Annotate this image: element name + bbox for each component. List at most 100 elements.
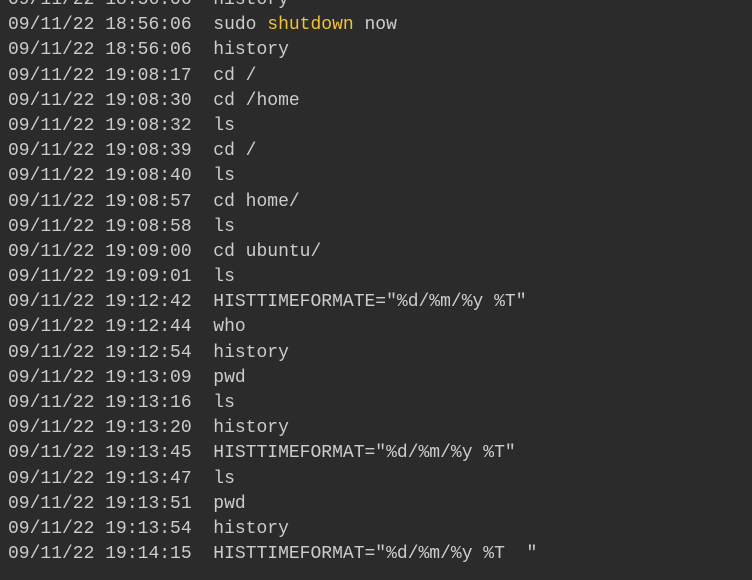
history-line: 09/11/22 19:13:16 ls	[8, 391, 744, 416]
history-time: 19:12:54	[105, 343, 191, 363]
history-date: 09/11/22	[8, 15, 94, 35]
history-time: 19:08:30	[105, 91, 191, 111]
history-date: 09/11/22	[8, 317, 94, 337]
history-command: HISTTIMEFORMAT="%d/%m/%y %T "	[213, 544, 537, 564]
history-time: 19:14:15	[105, 544, 191, 564]
history-line: 09/11/22 19:08:58 ls	[8, 215, 744, 240]
command-text: ls	[213, 166, 235, 186]
history-line: 09/11/22 19:08:32 ls	[8, 114, 744, 139]
command-text: ls	[213, 217, 235, 237]
history-line: 09/11/22 19:13:45 HISTTIMEFORMAT="%d/%m/…	[8, 441, 744, 466]
history-date: 09/11/22	[8, 66, 94, 86]
history-command: sudo shutdown now	[213, 15, 397, 35]
terminal-output: 09/11/22 18:56:06 history09/11/22 18:56:…	[0, 0, 752, 567]
command-text: history	[213, 519, 289, 539]
history-time: 19:13:51	[105, 494, 191, 514]
history-line: 09/11/22 19:14:15 HISTTIMEFORMAT="%d/%m/…	[8, 542, 744, 567]
history-date: 09/11/22	[8, 116, 94, 136]
history-time: 19:08:32	[105, 116, 191, 136]
command-text: now	[354, 15, 397, 35]
history-line: 09/11/22 19:08:30 cd /home	[8, 89, 744, 114]
history-date: 09/11/22	[8, 343, 94, 363]
history-date: 09/11/22	[8, 292, 94, 312]
history-command: cd /	[213, 141, 256, 161]
history-date: 09/11/22	[8, 519, 94, 539]
history-command: pwd	[213, 368, 245, 388]
history-time: 19:13:20	[105, 418, 191, 438]
command-text: cd ubuntu/	[213, 242, 321, 262]
command-text: history	[213, 418, 289, 438]
history-command: history	[213, 40, 289, 60]
command-text: cd /	[213, 66, 256, 86]
history-time: 19:12:42	[105, 292, 191, 312]
history-line: 09/11/22 19:12:44 who	[8, 315, 744, 340]
history-time: 18:56:06	[105, 15, 191, 35]
history-line: 09/11/22 19:13:47 ls	[8, 467, 744, 492]
history-line: 09/11/22 19:13:20 history	[8, 416, 744, 441]
history-line: 09/11/22 18:56:06 history	[8, 38, 744, 63]
history-command: who	[213, 317, 245, 337]
history-line: 09/11/22 19:13:51 pwd	[8, 492, 744, 517]
history-date: 09/11/22	[8, 141, 94, 161]
history-time: 19:08:57	[105, 192, 191, 212]
command-text: sudo	[213, 15, 267, 35]
history-command: history	[213, 343, 289, 363]
history-date: 09/11/22	[8, 0, 94, 10]
history-date: 09/11/22	[8, 267, 94, 287]
command-text: HISTTIMEFORMATE="%d/%m/%y %T"	[213, 292, 526, 312]
history-line: 09/11/22 19:08:40 ls	[8, 164, 744, 189]
history-date: 09/11/22	[8, 393, 94, 413]
history-line: 09/11/22 19:13:54 history	[8, 517, 744, 542]
history-command: pwd	[213, 494, 245, 514]
command-text: cd /home	[213, 91, 299, 111]
history-command: HISTTIMEFORMAT="%d/%m/%y %T"	[213, 443, 515, 463]
history-time: 19:13:47	[105, 469, 191, 489]
command-text: ls	[213, 116, 235, 136]
history-time: 19:12:44	[105, 317, 191, 337]
history-date: 09/11/22	[8, 40, 94, 60]
history-time: 18:56:06	[105, 0, 191, 10]
history-line: 09/11/22 19:13:09 pwd	[8, 366, 744, 391]
history-command: ls	[213, 217, 235, 237]
history-date: 09/11/22	[8, 242, 94, 262]
history-date: 09/11/22	[8, 217, 94, 237]
history-command: cd /home	[213, 91, 299, 111]
history-date: 09/11/22	[8, 91, 94, 111]
history-command: history	[213, 418, 289, 438]
history-time: 19:09:01	[105, 267, 191, 287]
history-time: 18:56:06	[105, 40, 191, 60]
command-text: HISTTIMEFORMAT="%d/%m/%y %T"	[213, 443, 515, 463]
history-time: 19:13:54	[105, 519, 191, 539]
history-command: cd ubuntu/	[213, 242, 321, 262]
history-time: 19:13:45	[105, 443, 191, 463]
history-line: 09/11/22 19:08:17 cd /	[8, 64, 744, 89]
history-date: 09/11/22	[8, 494, 94, 514]
history-line: 09/11/22 19:12:42 HISTTIMEFORMATE="%d/%m…	[8, 290, 744, 315]
command-text: ls	[213, 469, 235, 489]
history-line: 09/11/22 19:09:00 cd ubuntu/	[8, 240, 744, 265]
history-command: cd home/	[213, 192, 299, 212]
command-text: history	[213, 40, 289, 60]
history-command: ls	[213, 116, 235, 136]
history-time: 19:08:39	[105, 141, 191, 161]
history-line: 09/11/22 19:08:39 cd /	[8, 139, 744, 164]
history-line: 09/11/22 18:56:06 sudo shutdown now	[8, 13, 744, 38]
command-text: pwd	[213, 494, 245, 514]
history-time: 19:08:58	[105, 217, 191, 237]
history-command: ls	[213, 166, 235, 186]
command-text: ls	[213, 393, 235, 413]
history-command: ls	[213, 469, 235, 489]
history-date: 09/11/22	[8, 368, 94, 388]
history-command: history	[213, 519, 289, 539]
highlighted-keyword: shutdown	[267, 15, 353, 35]
command-text: ls	[213, 267, 235, 287]
command-text: cd home/	[213, 192, 299, 212]
history-line: 09/11/22 18:56:06 history	[8, 0, 744, 13]
command-text: history	[213, 343, 289, 363]
history-date: 09/11/22	[8, 443, 94, 463]
history-command: history	[213, 0, 289, 10]
command-text: HISTTIMEFORMAT="%d/%m/%y %T "	[213, 544, 537, 564]
history-time: 19:13:16	[105, 393, 191, 413]
history-time: 19:08:17	[105, 66, 191, 86]
command-text: who	[213, 317, 245, 337]
